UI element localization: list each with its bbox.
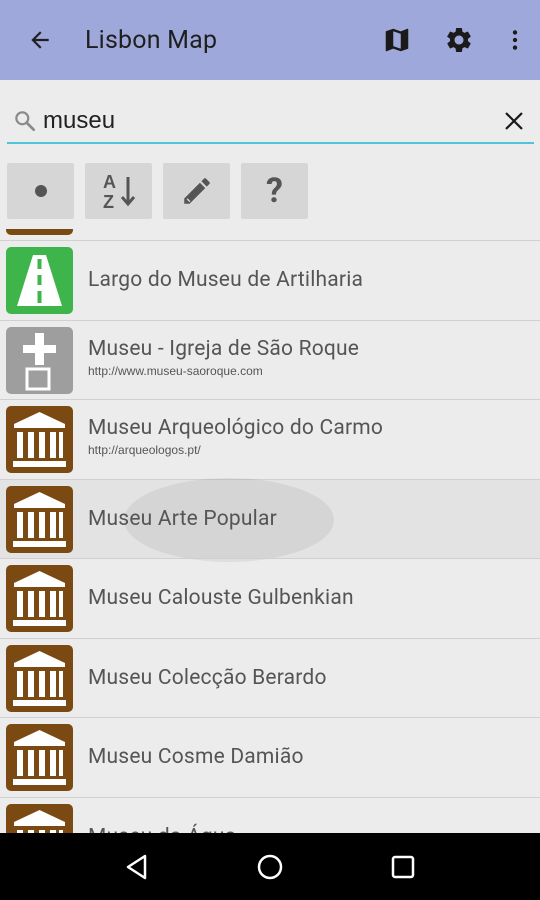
map-icon — [385, 28, 409, 52]
list-item[interactable]: Museu da Água — [0, 796, 540, 833]
back-arrow-icon — [31, 31, 49, 49]
svg-text:Z: Z — [103, 192, 114, 211]
sort-az-button[interactable]: A Z — [85, 163, 152, 219]
museum-icon — [6, 565, 73, 632]
nav-recents-button[interactable] — [373, 837, 433, 897]
search-icon — [11, 103, 39, 139]
app-bar: Lisbon Map — [0, 0, 540, 80]
church-cross-icon — [6, 326, 73, 394]
list-item[interactable]: Museu Colecção Berardo — [0, 637, 540, 718]
nav-back-icon — [126, 854, 146, 879]
item-name: Museu Colecção Berardo — [88, 665, 327, 690]
museum-icon — [6, 485, 73, 553]
museum-icon — [6, 229, 73, 235]
list-item[interactable]: Museu Calouste Gulbenkian — [0, 558, 540, 638]
svg-text:A: A — [103, 172, 116, 192]
system-nav-bar — [0, 833, 540, 900]
nav-recents-icon — [392, 855, 415, 878]
nav-back-button[interactable] — [107, 837, 167, 897]
back-button[interactable] — [0, 0, 80, 80]
road-icon — [6, 247, 73, 314]
more-options-button[interactable] — [490, 0, 540, 80]
nav-home-button[interactable] — [240, 837, 300, 897]
list-item[interactable]: Museu - Igreja de São Roque http://www.m… — [0, 319, 540, 400]
museum-icon — [6, 644, 73, 712]
dot-filter-button[interactable] — [7, 163, 74, 219]
help-button[interactable]: ? — [241, 163, 308, 219]
list-item-partial[interactable] — [0, 229, 540, 240]
item-url[interactable]: http://arqueologos.pt/ — [88, 443, 530, 457]
list-item[interactable]: Museu Cosme Damião — [0, 717, 540, 797]
item-name: Museu Cosme Damião — [88, 745, 304, 770]
item-name: Museu Calouste Gulbenkian — [88, 586, 354, 611]
settings-button[interactable] — [428, 0, 490, 80]
list-item[interactable]: Largo do Museu de Artilharia — [0, 240, 540, 320]
filter-toolbar: A Z ? — [7, 163, 308, 219]
museum-icon — [6, 803, 73, 833]
results-list: Largo do Museu de Artilharia Museu - Igr… — [0, 229, 540, 833]
more-vert-icon — [512, 30, 518, 50]
item-name: Museu Arte Popular — [88, 506, 277, 531]
dot-icon — [34, 185, 47, 197]
close-icon — [505, 112, 523, 130]
pencil-icon — [183, 178, 210, 204]
nav-home-icon — [257, 854, 283, 879]
edit-button[interactable] — [163, 163, 230, 219]
item-name: Museu - Igreja de São Roque — [88, 336, 360, 361]
museum-icon — [6, 724, 73, 791]
clear-search-button[interactable] — [494, 101, 534, 141]
item-name: Museu da Água — [88, 825, 530, 833]
item-name: Museu Arqueológico do Carmo — [88, 416, 384, 440]
sort-alpha-icon: A Z — [103, 172, 135, 211]
search-bar — [7, 100, 534, 144]
page-title: Lisbon Map — [85, 25, 218, 55]
settings-gear-icon — [446, 27, 471, 52]
map-button[interactable] — [366, 0, 428, 80]
item-url[interactable]: http://www.museu-saoroque.com — [88, 364, 530, 378]
list-item[interactable]: Museu Arte Popular — [0, 477, 540, 562]
search-input[interactable] — [43, 101, 494, 141]
list-item[interactable]: Museu Arqueológico do Carmo http://arque… — [0, 399, 540, 479]
item-name: Largo do Museu de Artilharia — [88, 268, 364, 293]
museum-icon — [6, 406, 73, 473]
question-icon: ? — [266, 171, 283, 211]
